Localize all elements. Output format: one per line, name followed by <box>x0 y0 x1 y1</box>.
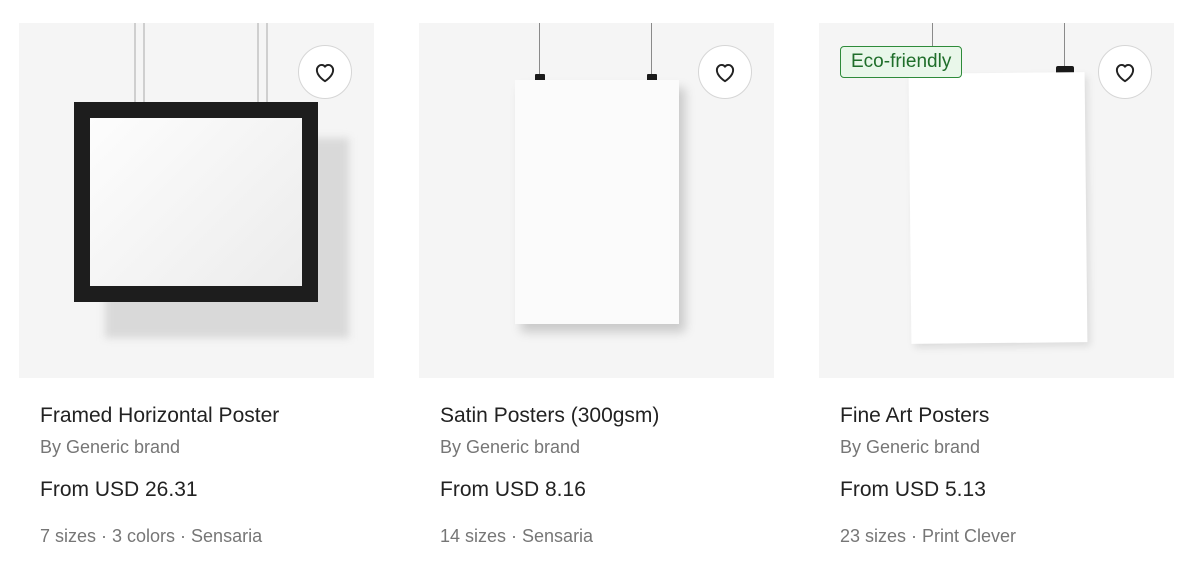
product-price: From USD 5.13 <box>840 478 986 501</box>
product-card[interactable]: Eco-friendly Fine Art Posters By Generic… <box>819 0 1174 569</box>
product-image[interactable]: Eco-friendly <box>819 23 1174 378</box>
fine-art-poster-illustration <box>908 72 1088 344</box>
heart-outline-icon <box>315 63 335 83</box>
satin-poster-illustration <box>515 80 679 324</box>
favorite-button[interactable] <box>298 45 352 99</box>
product-grid: Framed Horizontal Poster By Generic bran… <box>0 0 1200 569</box>
hanging-wire <box>1064 23 1065 67</box>
eco-friendly-badge: Eco-friendly <box>840 46 963 78</box>
product-price: From USD 26.31 <box>40 478 198 501</box>
heart-outline-icon <box>1115 63 1135 83</box>
product-price: From USD 8.16 <box>440 478 586 501</box>
product-card[interactable]: Framed Horizontal Poster By Generic bran… <box>19 0 374 569</box>
hanging-wire <box>266 23 268 103</box>
product-title[interactable]: Framed Horizontal Poster <box>40 404 279 428</box>
product-card[interactable]: Satin Posters (300gsm) By Generic brand … <box>419 0 774 569</box>
hanging-wire <box>539 23 540 75</box>
hanging-wire <box>134 23 136 103</box>
product-meta: 7 sizes · 3 colors · Sensaria <box>40 526 263 546</box>
hanging-wire <box>143 23 145 103</box>
heart-outline-icon <box>715 63 735 83</box>
product-image[interactable] <box>419 23 774 378</box>
product-brand: By Generic brand <box>440 437 581 457</box>
favorite-button[interactable] <box>1098 45 1152 99</box>
framed-poster-illustration <box>74 102 318 302</box>
product-title[interactable]: Fine Art Posters <box>840 404 989 428</box>
product-meta: 23 sizes · Print Clever <box>840 526 1017 546</box>
hanging-wire <box>651 23 652 75</box>
product-image[interactable] <box>19 23 374 378</box>
product-title[interactable]: Satin Posters (300gsm) <box>440 404 659 428</box>
favorite-button[interactable] <box>698 45 752 99</box>
product-brand: By Generic brand <box>40 437 181 457</box>
product-meta: 14 sizes · Sensaria <box>440 526 594 546</box>
hanging-wire <box>257 23 259 103</box>
product-brand: By Generic brand <box>840 437 981 457</box>
